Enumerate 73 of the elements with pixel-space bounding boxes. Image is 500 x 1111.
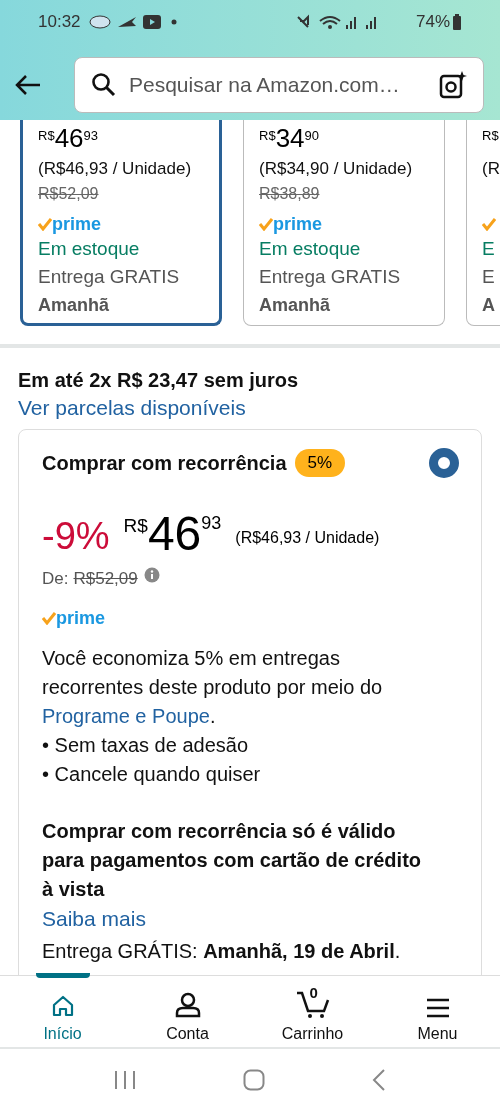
price-fraction: 93 — [201, 512, 222, 535]
delivery-text: E — [482, 265, 496, 289]
stock-status: E — [482, 237, 496, 261]
delivery-date: Amanhã — [259, 294, 331, 317]
person-icon — [174, 992, 201, 1018]
delivery-date: Amanhã — [38, 294, 110, 317]
nav-tab[interactable]: Início — [0, 976, 125, 1047]
currency-symbol: R$ — [38, 127, 55, 143]
nav-tab[interactable]: 0 Carrinho — [250, 976, 375, 1047]
cart-count: 0 — [309, 983, 318, 1003]
recent-apps-icon[interactable] — [113, 1070, 136, 1090]
bullet-item: • Sem taxas de adesão — [42, 732, 249, 758]
check-icon — [259, 217, 273, 231]
prime-logo: prime — [273, 215, 323, 233]
back-arrow-icon[interactable] — [14, 74, 42, 96]
delivery-text: Entrega GRÁTIS: Amanhã, 19 de Abril. — [42, 938, 402, 964]
check-icon — [482, 217, 496, 231]
currency-symbol: R$ — [259, 127, 276, 143]
price-fraction: 90 — [304, 127, 319, 143]
notice-text: Comprar com recorrência só é válido para pagamentos com cartão de crédito à vista — [42, 818, 422, 902]
prime-logo: prime — [56, 608, 106, 627]
list-price: R$38,89 — [259, 184, 321, 204]
learn-more-link[interactable]: Saiba mais — [42, 903, 467, 933]
delivery-text: Entrega GRATIS — [38, 265, 181, 289]
stock-status: Em estoque — [259, 237, 362, 261]
nav-tab[interactable]: Conta — [125, 976, 250, 1047]
price-whole: 34 — [275, 124, 305, 152]
dot-icon — [170, 19, 177, 25]
unit-price: (R — [482, 158, 500, 180]
battery-level: 74% — [415, 11, 450, 34]
program-link[interactable]: Programe e Poupe — [42, 704, 210, 727]
home-button-icon[interactable] — [243, 1069, 265, 1091]
installments-link[interactable]: Ver parcelas disponíveis — [18, 394, 482, 422]
list-price: R$52,09 — [38, 184, 100, 204]
delivery-date: A — [482, 294, 496, 317]
check-icon — [42, 610, 56, 625]
list-price: R$52,09 — [73, 568, 138, 590]
nav-tab[interactable]: Menu — [375, 976, 500, 1047]
back-icon[interactable] — [372, 1068, 387, 1092]
stock-status: Em estoque — [38, 237, 141, 261]
discount-percent: -9% — [42, 514, 110, 559]
check-icon — [38, 217, 52, 231]
price-fraction: 93 — [83, 127, 98, 143]
home-icon — [50, 994, 75, 1018]
active-indicator — [35, 973, 90, 978]
subscription-title: Comprar com recorrência — [42, 451, 287, 476]
bullet-item: • Cancele quando quiser — [42, 761, 262, 787]
status-time: 10:32 — [38, 11, 81, 34]
unit-price: (R$34,90 / Unidade) — [259, 158, 414, 180]
prime-logo: prime — [52, 215, 102, 233]
search-placeholder: Pesquisar na Amazon.com… — [129, 72, 401, 99]
currency-symbol: R$ — [123, 514, 148, 536]
camera-icon[interactable] — [439, 71, 467, 99]
currency-symbol: R$ — [482, 127, 499, 145]
cart-icon — [295, 990, 330, 1018]
radio-button[interactable] — [429, 448, 459, 478]
list-price-label: De: — [42, 568, 69, 590]
battery-icon — [452, 14, 462, 30]
price-whole: 46 — [147, 506, 202, 562]
savings-description: Você economiza 5% em entregas recorrentes deste produto por meio do Programe e Poupe. — [42, 645, 384, 729]
discount-badge: 5% — [294, 449, 346, 477]
paper-plane-icon — [116, 16, 137, 28]
installments-text: Em até 2x R$ 23,47 sem juros — [18, 368, 300, 393]
offer-card[interactable]: R$ (R E E A — [466, 120, 500, 326]
search-field[interactable]: Pesquisar na Amazon.com… — [74, 57, 484, 113]
info-icon[interactable] — [143, 566, 160, 583]
unit-price: (R$46,93 / Unidade) — [38, 158, 193, 180]
unit-price: (R$46,93 / Unidade) — [235, 528, 380, 548]
price-whole: 46 — [54, 124, 84, 152]
search-icon — [91, 72, 117, 98]
menu-icon — [425, 998, 450, 1018]
delivery-text: Entrega GRATIS — [259, 265, 402, 289]
video-play-icon — [142, 15, 161, 29]
